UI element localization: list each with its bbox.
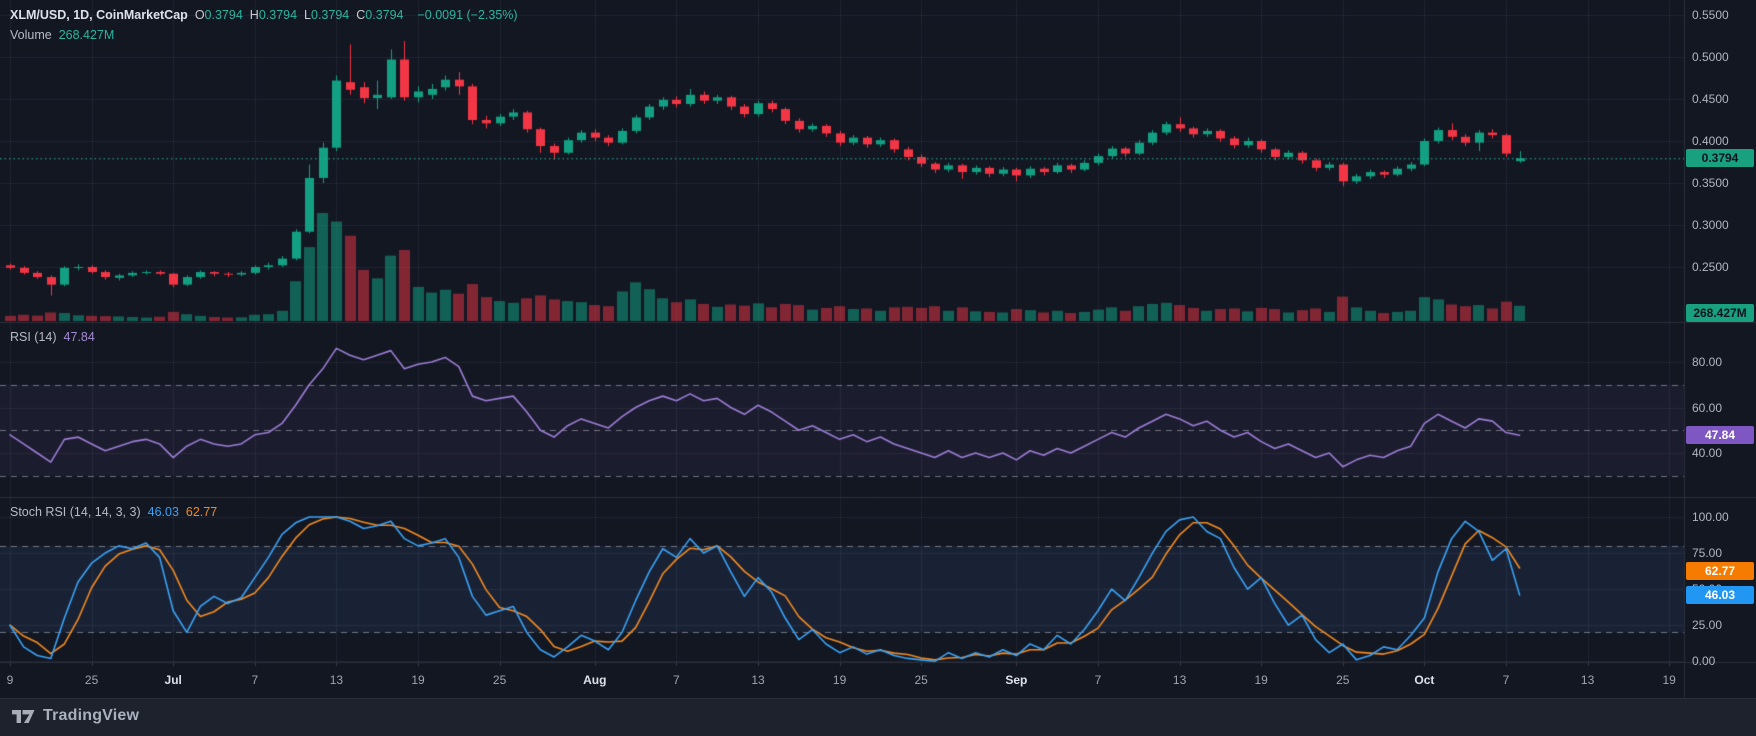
stoch-d-value: 62.77 [185, 505, 218, 519]
time-axis-label: 19 [411, 673, 425, 687]
rsi-axis-label: 80.00 [1692, 355, 1723, 369]
time-axis-label: 7 [673, 673, 680, 687]
rsi-axis-label: 60.00 [1692, 400, 1723, 415]
time-axis-label: 25 [1336, 673, 1350, 687]
stoch-k-value: 46.03 [147, 505, 179, 519]
stoch-d-badge: 62.77 [1686, 561, 1754, 580]
symbol-legend[interactable]: XLM/USD, 1D, CoinMarketCap O0.3794 H0.379… [10, 8, 518, 22]
chart-canvas[interactable] [0, 0, 1756, 736]
volume-badge: 268.427M [1686, 304, 1754, 323]
time-axis-label: 13 [1580, 673, 1595, 687]
rsi-value: 47.84 [63, 330, 95, 344]
volume-legend[interactable]: Volume 268.427M [10, 28, 114, 42]
price-axis-label: 0.4500 [1692, 92, 1729, 106]
time-axis-label: 25 [84, 673, 99, 687]
rsi-legend[interactable]: RSI (14) 47.84 [10, 330, 95, 344]
tradingview-logo[interactable]: TradingView [12, 707, 139, 725]
bottom-toolbar: TradingView [0, 698, 1756, 736]
price-axis-label: 0.5000 [1692, 50, 1729, 64]
stoch-rsi-legend[interactable]: Stoch RSI (14, 14, 3, 3) 46.03 62.77 [10, 505, 217, 519]
tradingview-logo-icon [12, 709, 35, 723]
time-axis-label: 7 [1094, 673, 1102, 687]
time-axis-label: 9 [6, 673, 14, 687]
price-axis-label: 0.3000 [1692, 218, 1729, 232]
time-axis-month-label: Oct [1414, 673, 1435, 687]
rsi-axis-label: 40.00 [1692, 446, 1723, 461]
price-axis-label: 0.3500 [1692, 176, 1729, 190]
volume-label: Volume [10, 28, 52, 42]
stoch-k-badge: 46.03 [1686, 585, 1754, 604]
price-axis-label: 0.5500 [1692, 8, 1729, 22]
time-axis-month-label: Aug [583, 673, 607, 687]
price-axis-label: 0.2500 [1692, 260, 1729, 274]
time-axis-label: 7 [251, 673, 259, 687]
time-axis-month-label: Sep [1005, 673, 1028, 687]
time-axis-label: 13 [329, 673, 344, 687]
tradingview-brand-text: TradingView [43, 707, 140, 724]
ohlc-pair: H0.3794 [249, 8, 298, 22]
volume-value: 268.427M [58, 28, 115, 42]
time-axis-label: 13 [751, 673, 765, 687]
tradingview-chart-app: XLM/USD, 1D, CoinMarketCap O0.3794 H0.379… [0, 0, 1756, 736]
ohlc-values: O0.3794 H0.3794 L0.3794 C0.3794 [195, 8, 411, 22]
last-price-badge: 0.3794 [1686, 149, 1754, 168]
time-axis-label: 25 [492, 673, 507, 687]
price-axis-label: 0.4000 [1692, 134, 1729, 148]
time-axis-label: 13 [1172, 673, 1187, 687]
time-axis-label: 19 [1254, 673, 1268, 687]
stoch-axis-label: 100.00 [1692, 510, 1729, 524]
time-axis-label: 19 [1662, 673, 1676, 687]
rsi-badge: 47.84 [1686, 426, 1754, 445]
ohlc-pair: L0.3794 [304, 8, 350, 22]
rsi-label: RSI (14) [10, 330, 57, 344]
price-change: −0.0091 (−2.35%) [417, 8, 518, 22]
stoch-axis-label: 75.00 [1692, 546, 1723, 561]
time-axis-month-label: Jul [164, 673, 182, 687]
ohlc-pair: O0.3794 [194, 8, 243, 22]
time-axis-label: 25 [914, 673, 928, 687]
stoch-axis-label: 0.00 [1692, 654, 1716, 669]
stoch-rsi-label: Stoch RSI (14, 14, 3, 3) [10, 505, 141, 519]
ohlc-pair: C0.3794 [356, 8, 404, 22]
time-axis-label: 19 [832, 673, 847, 687]
symbol-title: XLM/USD, 1D, CoinMarketCap [10, 8, 188, 22]
stoch-axis-label: 25.00 [1692, 618, 1723, 633]
time-axis-label: 7 [1502, 673, 1510, 687]
